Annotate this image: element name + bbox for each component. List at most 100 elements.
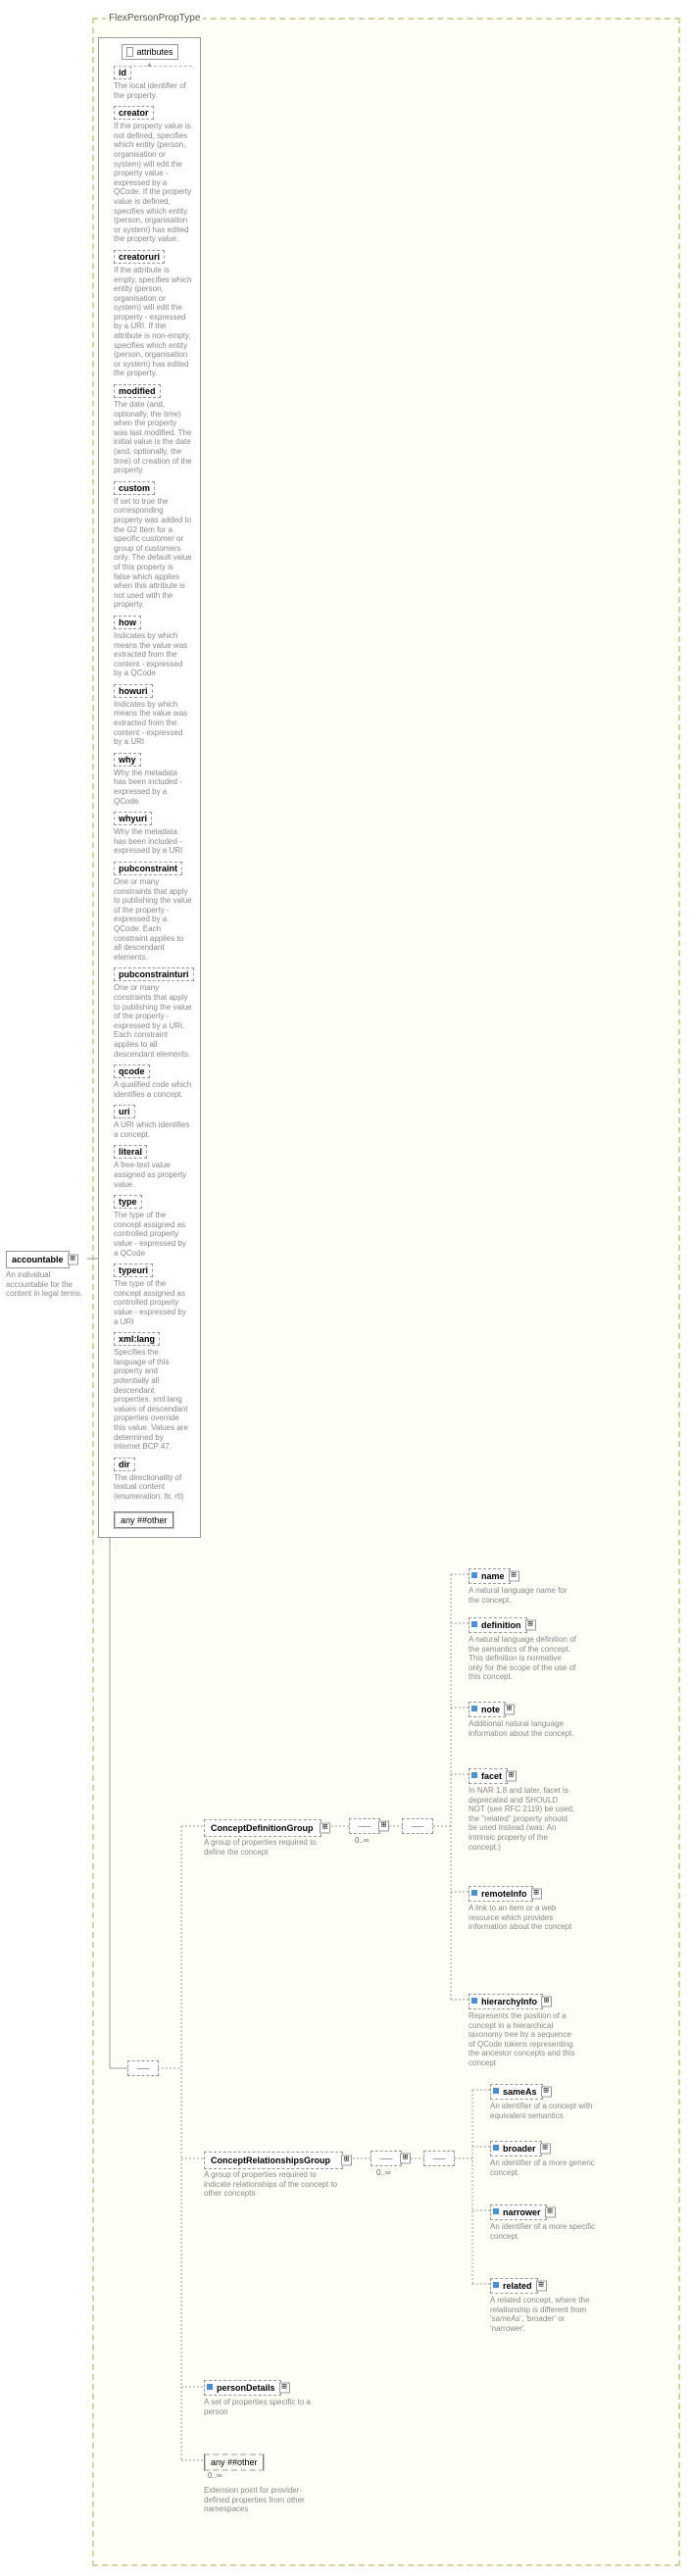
attr-desc: One or many constraints that apply to pu… [114,983,192,1059]
child-label: hierarchyInfo [481,1997,537,2006]
attr-uri[interactable]: uriA URI which identifies a concept. [114,1105,192,1139]
attr-whyuri[interactable]: whyuri Why the metadata has been included… [114,812,192,856]
attr-name-label: why [114,753,141,767]
attr-howuri[interactable]: howuri Indicates by which means the value… [114,684,192,747]
attr-name-label: modified [114,384,161,398]
any-extension-node[interactable]: any ##other 0..∞ Extension point for pro… [204,2453,331,2514]
cdg-child-remoteInfo[interactable]: remoteInfo A link to an item or a web res… [469,1886,581,1932]
attr-name-label: creatoruri [114,250,165,264]
element-marker-icon [471,1621,477,1627]
attr-id[interactable]: id The local identifier of the property. [114,66,192,100]
attributes-panel: attributes id The local identifier of the… [98,37,201,1538]
person-details-label: personDetails [217,2383,275,2393]
child-desc: A natural language definition of the sem… [469,1635,576,1682]
attr-desc: Indicates by which means the value was e… [114,631,192,678]
child-label: broader [503,2144,536,2154]
attr-name-label: type [114,1195,142,1209]
element-marker-icon [493,2208,499,2214]
attr-custom[interactable]: customIf set to true the corresponding p… [114,481,192,610]
child-desc: An identifier of a more generic concept. [490,2158,596,2177]
attr-creatoruri[interactable]: creatoruri If the attribute is empty, spe… [114,250,192,378]
crg-child-narrower[interactable]: narrower An identifier of a more specific… [490,2204,596,2241]
attr-pubconstraint[interactable]: pubconstraintOne or many constraints tha… [114,862,192,962]
crg-child-sameAs[interactable]: sameAsAn identifier of a concept with eq… [490,2084,596,2120]
crg-child-broader[interactable]: broader An identifier of a more generic c… [490,2141,596,2177]
crg-child-related[interactable]: relatedA related concept, where the rela… [490,2278,596,2333]
crg-desc: A group of properties required to indica… [204,2170,343,2199]
attr-desc: A URI which identifies a concept. [114,1120,192,1139]
cdg-child-name[interactable]: nameA natural language name for the conc… [469,1568,581,1605]
element-marker-icon [471,1572,477,1578]
child-desc: A related concept, where the relationshi… [490,2296,596,2333]
attr-name-label: custom [114,481,155,495]
type-title: FlexPersonPropType [106,13,203,24]
crg-range: 0..∞ [376,2168,391,2177]
child-desc: A link to an item or a web resource whic… [469,1904,576,1932]
child-desc: Represents the position of a concept in … [469,2011,576,2068]
cdg-label: ConceptDefinitionGroup [211,1823,314,1833]
attr-name-label: id [114,66,131,79]
attr-desc: The directionality of textual content (e… [114,1473,192,1502]
attr-desc: If the attribute is empty, specifies whi… [114,266,192,378]
cdg-range: 0..∞ [355,1836,370,1845]
attr-desc: Why the metadata has been included - exp… [114,768,192,806]
attr-xml:lang[interactable]: xml:langSpecifies the language of this p… [114,1332,192,1452]
attr-desc: One or many constraints that apply to pu… [114,877,192,962]
cdg-child-facet[interactable]: facetIn NAR 1.8 and later, facet is depr… [469,1768,581,1852]
concept-definition-group[interactable]: ConceptDefinitionGroup [204,1819,321,1837]
sequence-main[interactable] [127,2060,159,2076]
any-other-box[interactable]: any ##other [114,1511,174,1529]
child-desc: An identifier of a more specific concept… [490,2222,596,2241]
concept-relationships-group[interactable]: ConceptRelationshipsGroup [204,2152,343,2169]
attributes-header[interactable]: attributes [122,44,178,60]
any-ext-range: 0..∞ [208,2471,335,2480]
attr-type[interactable]: typeThe type of the concept assigned as … [114,1195,192,1258]
accountable-desc: An individual accountable for the conten… [6,1270,88,1299]
attr-desc: A free-text value assigned as property v… [114,1161,192,1189]
attr-desc: A qualified code which identifies a conc… [114,1080,192,1099]
attr-desc: Why the metadata has been included - exp… [114,827,192,856]
attr-literal[interactable]: literalA free-text value assigned as pro… [114,1145,192,1189]
person-details-desc: A set of properties specific to a person [204,2398,312,2416]
child-label: narrower [503,2207,541,2217]
accountable-label: accountable [12,1255,64,1264]
accountable-node[interactable]: accountable [6,1251,70,1268]
attr-modified[interactable]: modifiedThe date (and, optionally, the t… [114,384,192,475]
attr-name-label: whyuri [114,812,152,825]
any-ext-box[interactable]: any ##other [204,2453,265,2471]
element-marker-icon [471,1772,477,1778]
cdg-child-hierarchyInfo[interactable]: hierarchyInfo Represents the position of … [469,1994,581,2068]
attr-desc: The local identifier of the property. [114,81,192,100]
attr-creator[interactable]: creatorIf the property value is not defi… [114,106,192,244]
root-element[interactable]: accountable An individual accountable fo… [6,1251,88,1299]
element-marker-icon [471,1706,477,1711]
attr-typeuri[interactable]: typeuriThe type of the concept assigned … [114,1263,192,1326]
attr-dir[interactable]: dirThe directionality of textual content… [114,1458,192,1502]
element-marker-icon [493,2088,499,2094]
cdg-child-definition[interactable]: definition A natural language definition … [469,1617,581,1682]
element-marker-icon [471,1998,477,2004]
attr-name-label: how [114,616,141,629]
child-label: definition [481,1620,521,1630]
child-label: remoteInfo [481,1889,527,1899]
attr-how[interactable]: how Indicates by which means the value wa… [114,616,192,678]
person-details-node[interactable]: personDetails A set of properties specif… [204,2380,321,2416]
child-desc: An identifier of a concept with equivale… [490,2102,596,2120]
crg-sequence2[interactable] [423,2151,455,2166]
attr-pubconstrainturi[interactable]: pubconstrainturiOne or many constraints … [114,967,192,1059]
cdg-sequence2[interactable] [402,1818,433,1834]
attr-why[interactable]: whyWhy the metadata has been included - … [114,753,192,806]
cdg-sequence[interactable] [349,1818,380,1834]
element-marker-icon [207,2384,213,2390]
cdg-child-note[interactable]: noteAdditional natural language informat… [469,1702,581,1738]
attr-qcode[interactable]: qcode A qualified code which identifies a… [114,1065,192,1099]
cdg-desc: A group of properties required to define… [204,1838,321,1857]
element-marker-icon [493,2282,499,2288]
attr-desc: The type of the concept assigned as cont… [114,1279,192,1326]
attr-name-label: creator [114,106,154,120]
attr-desc: Indicates by which means the value was e… [114,700,192,747]
attr-name-label: howuri [114,684,153,698]
crg-sequence[interactable] [370,2151,402,2166]
attr-name-label: xml:lang [114,1332,160,1346]
attr-name-label: qcode [114,1065,150,1078]
